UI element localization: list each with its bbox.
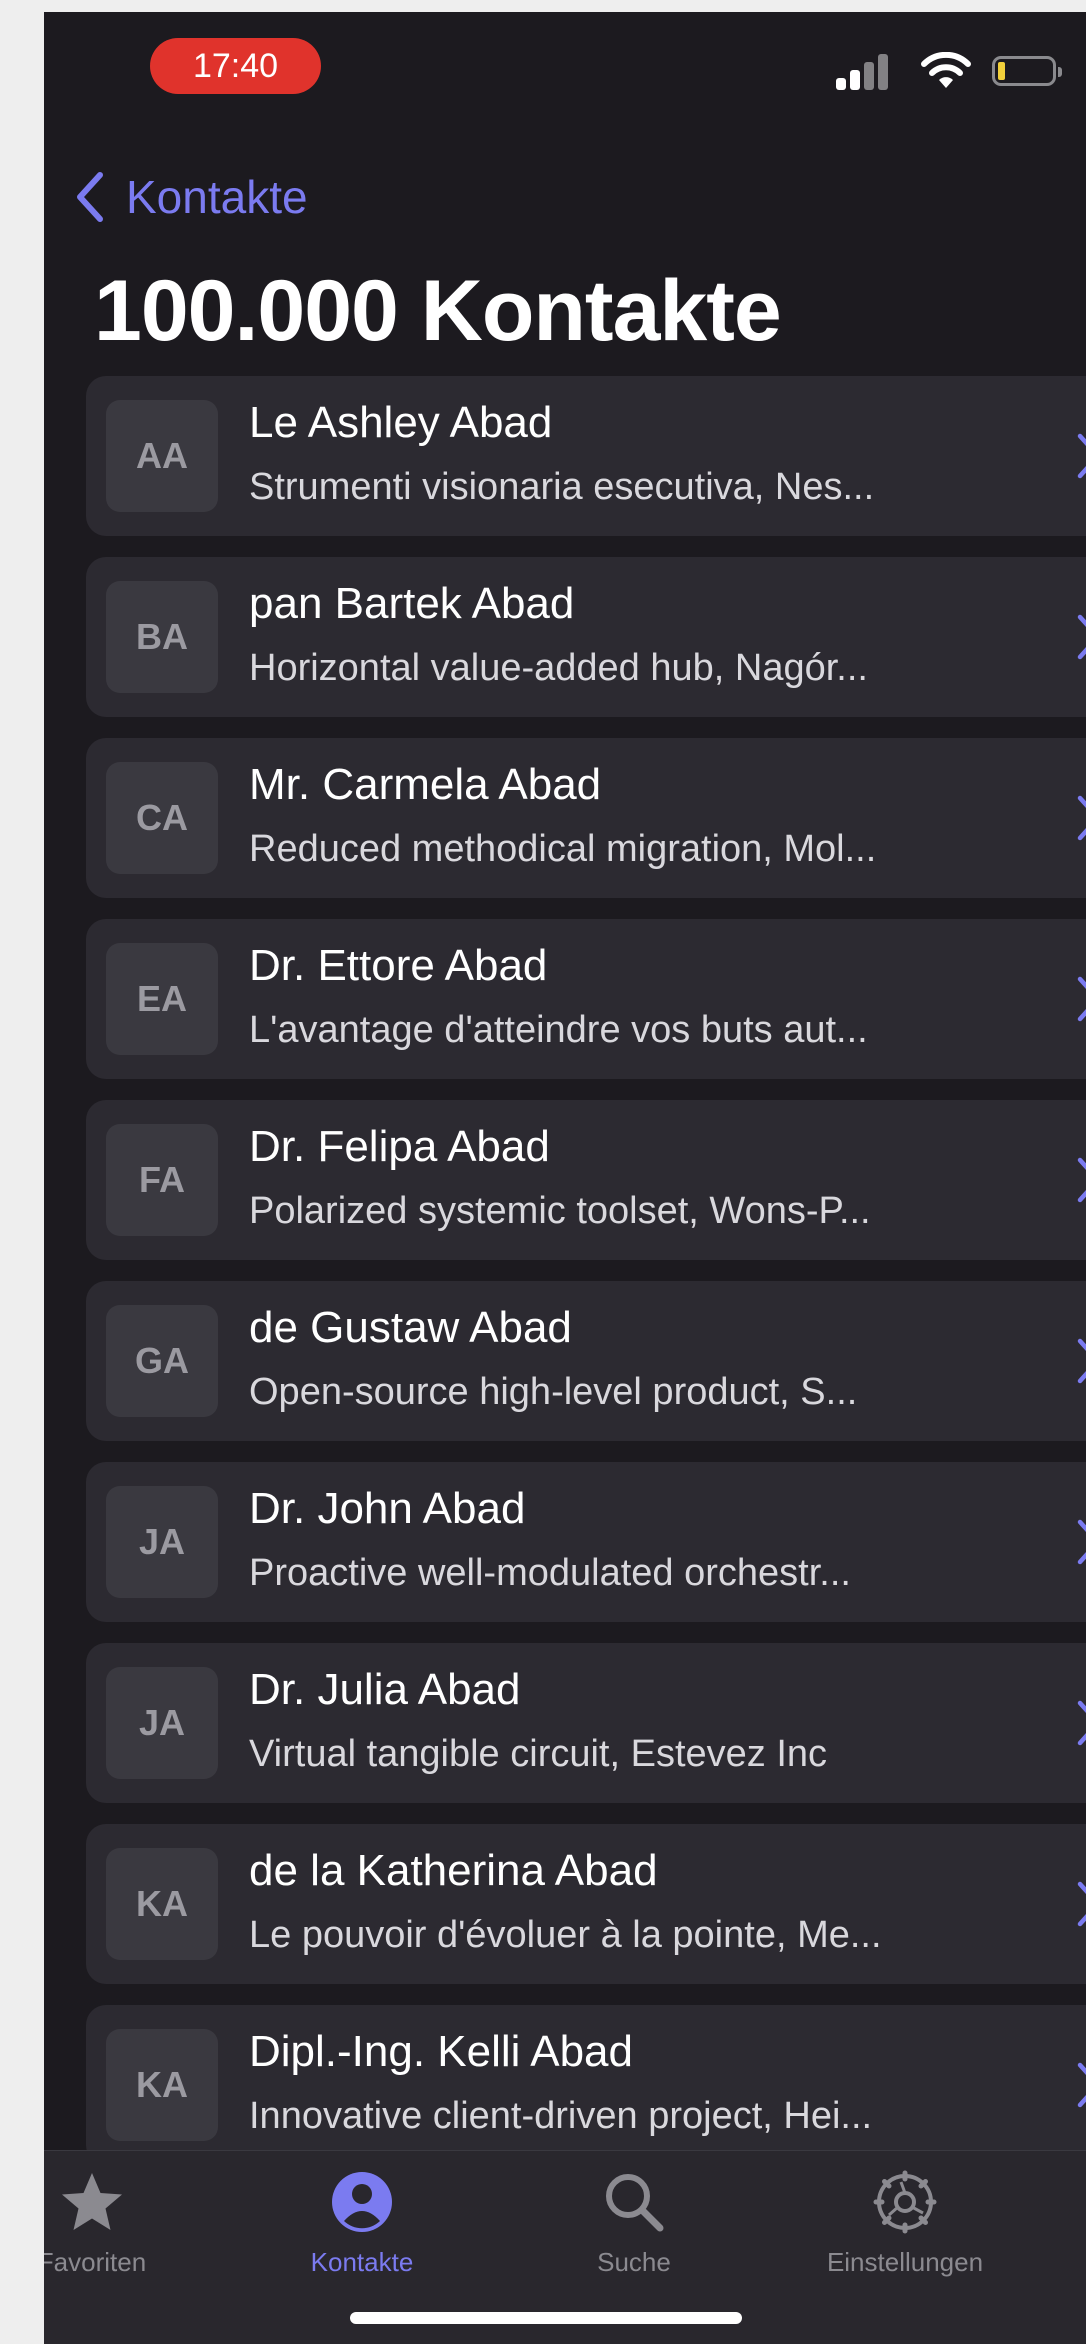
contact-row[interactable]: AA Le Ashley Abad Strumenti visionaria e… <box>86 376 1086 536</box>
contact-row[interactable]: BA pan Bartek Abad Horizontal value-adde… <box>86 557 1086 717</box>
contact-row[interactable]: KA de la Katherina Abad Le pouvoir d'évo… <box>86 1824 1086 1984</box>
contact-subtitle: L'avantage d'atteindre vos buts aut... <box>249 1009 868 1051</box>
tab-kontakte[interactable]: Kontakte <box>232 2151 492 2281</box>
contact-name: Dr. Felipa Abad <box>249 1122 550 1171</box>
tab-label: Suche <box>597 2247 671 2277</box>
contact-subtitle: Le pouvoir d'évoluer à la pointe, Me... <box>249 1914 882 1956</box>
cellular-signal-icon <box>836 54 894 90</box>
contact-row[interactable]: GA de Gustaw Abad Open-source high-level… <box>86 1281 1086 1441</box>
tab-suche[interactable]: Suche <box>504 2151 764 2281</box>
contact-name: Dr. John Abad <box>249 1484 526 1533</box>
contact-row[interactable]: CA Mr. Carmela Abad Reduced methodical m… <box>86 738 1086 898</box>
contact-name: Mr. Carmela Abad <box>249 760 602 809</box>
avatar: AA <box>106 400 218 512</box>
contact-row[interactable]: FA Dr. Felipa Abad Polarized systemic to… <box>86 1100 1086 1260</box>
avatar: KA <box>106 1848 218 1960</box>
tab-label: Kontakte <box>310 2247 414 2277</box>
back-button[interactable]: Kontakte <box>72 162 308 232</box>
chevron-right-icon <box>1077 1338 1086 1384</box>
star-icon <box>62 2173 122 2230</box>
contact-subtitle: Virtual tangible circuit, Estevez Inc <box>249 1733 828 1775</box>
chevron-right-icon <box>1077 2062 1086 2108</box>
contact-row[interactable]: JA Dr. Julia Abad Virtual tangible circu… <box>86 1643 1086 1803</box>
contact-subtitle: Innovative client-driven project, Hei... <box>249 2095 873 2137</box>
avatar: FA <box>106 1124 218 1236</box>
tab-favoriten[interactable]: Favoriten <box>44 2151 222 2281</box>
contact-subtitle: Open-source high-level product, S... <box>249 1371 858 1413</box>
chevron-right-icon <box>1077 433 1086 479</box>
phone-screen: 17:40 Kontakte 100.000 Kontakte AA Le As… <box>44 12 1086 2344</box>
wifi-icon <box>921 52 971 88</box>
chevron-right-icon <box>1077 1519 1086 1565</box>
avatar: BA <box>106 581 218 693</box>
battery-icon <box>992 56 1062 86</box>
contact-row[interactable]: EA Dr. Ettore Abad L'avantage d'atteindr… <box>86 919 1086 1079</box>
avatar: JA <box>106 1486 218 1598</box>
contact-name: de la Katherina Abad <box>249 1846 658 1895</box>
avatar: EA <box>106 943 218 1055</box>
chevron-right-icon <box>1077 1881 1086 1927</box>
contact-subtitle: Proactive well-modulated orchestr... <box>249 1552 851 1594</box>
avatar: JA <box>106 1667 218 1779</box>
contact-subtitle: Horizontal value-added hub, Nagór... <box>249 647 868 689</box>
avatar: CA <box>106 762 218 874</box>
chevron-right-icon <box>1077 614 1086 660</box>
chevron-right-icon <box>1077 1157 1086 1203</box>
contact-subtitle: Strumenti visionaria esecutiva, Nes... <box>249 466 875 508</box>
contact-name: Dr. Ettore Abad <box>249 941 548 990</box>
avatar: KA <box>106 2029 218 2141</box>
status-time: 17:40 <box>150 38 321 94</box>
chevron-right-icon <box>1077 1700 1086 1746</box>
contact-name: pan Bartek Abad <box>249 579 575 628</box>
contact-name: Dipl.-Ing. Kelli Abad <box>249 2027 633 2076</box>
contact-name: Dr. Julia Abad <box>249 1665 521 1714</box>
avatar: GA <box>106 1305 218 1417</box>
chevron-left-icon <box>77 172 103 222</box>
contact-subtitle: Reduced methodical migration, Mol... <box>249 828 877 870</box>
contact-name: de Gustaw Abad <box>249 1303 572 1352</box>
contact-name: Le Ashley Abad <box>249 398 553 447</box>
person-circle-icon <box>332 2172 392 2232</box>
page-title: 100.000 Kontakte <box>94 263 782 359</box>
tab-label: Favoriten <box>44 2247 147 2277</box>
search-icon <box>606 2174 664 2232</box>
contact-row[interactable]: JA Dr. John Abad Proactive well-modulate… <box>86 1462 1086 1622</box>
tab-einstellungen[interactable]: Einstellungen <box>775 2151 1035 2281</box>
tab-label: Einstellungen <box>826 2247 984 2277</box>
gear-icon <box>873 2170 937 2234</box>
home-indicator <box>350 2312 742 2324</box>
contact-row[interactable]: KA Dipl.-Ing. Kelli Abad Innovative clie… <box>86 2005 1086 2165</box>
chevron-right-icon <box>1077 795 1086 841</box>
back-label: Kontakte <box>126 171 308 223</box>
chevron-right-icon <box>1077 976 1086 1022</box>
contact-subtitle: Polarized systemic toolset, Wons-P... <box>249 1190 871 1232</box>
